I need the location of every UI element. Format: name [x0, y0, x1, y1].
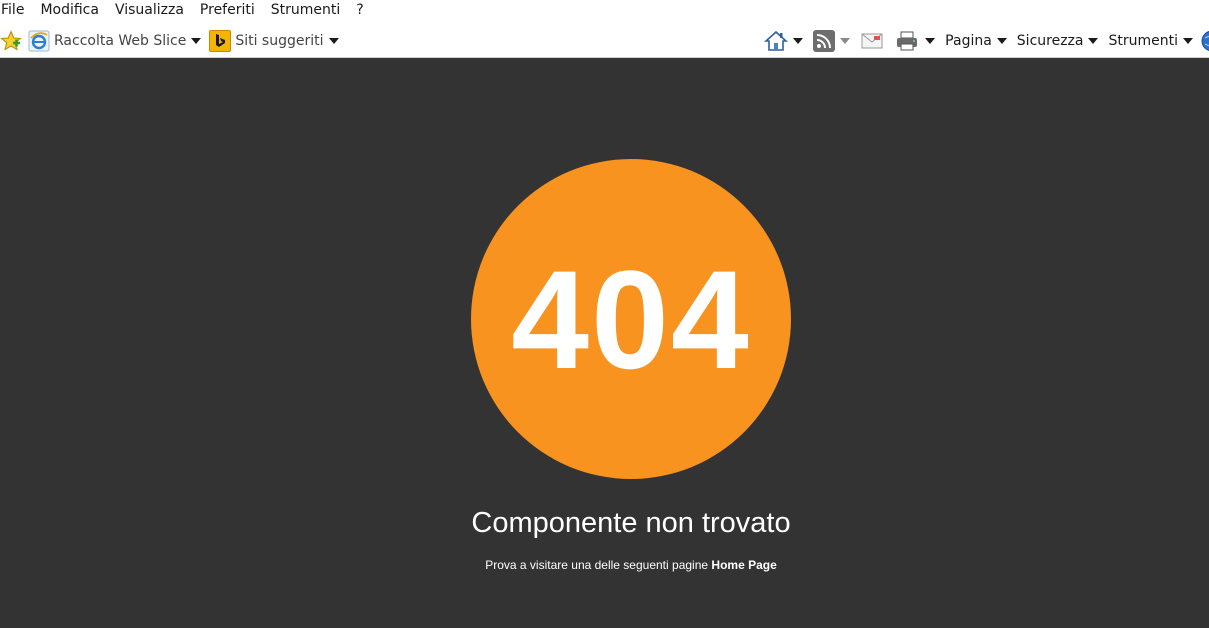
rss-icon [813, 30, 836, 52]
chevron-down-icon [793, 38, 804, 44]
browser-chrome: File Modifica Visualizza Preferiti Strum… [0, 0, 1209, 58]
home-button[interactable] [764, 29, 804, 53]
page-menu-label: Pagina [945, 33, 992, 49]
home-page-link[interactable]: Home Page [711, 558, 776, 572]
error-title: Componente non trovato [471, 507, 791, 539]
menu-preferiti[interactable]: Preferiti [192, 1, 263, 19]
page-menu-button[interactable]: Pagina [945, 29, 1007, 53]
bing-icon [209, 30, 232, 52]
tools-menu-button[interactable]: Strumenti [1108, 29, 1193, 53]
print-button[interactable] [894, 29, 936, 53]
globe-icon[interactable] [1201, 30, 1209, 52]
mail-icon [860, 32, 884, 50]
chevron-down-icon [840, 38, 851, 44]
feeds-button[interactable] [813, 29, 851, 53]
print-icon [894, 30, 920, 52]
suggested-sites-label: Siti suggeriti [235, 33, 324, 49]
chevron-down-icon [1183, 38, 1193, 44]
error-hint: Prova a visitare una delle seguenti pagi… [0, 558, 1209, 572]
menu-file[interactable]: File [0, 1, 32, 19]
home-icon [764, 30, 789, 52]
suggested-sites-button[interactable]: Siti suggeriti [209, 29, 346, 53]
menu-strumenti[interactable]: Strumenti [263, 1, 349, 19]
web-slice-gallery-button[interactable]: Raccolta Web Slice [22, 29, 209, 53]
command-bar: Raccolta Web Slice Siti suggeriti Pagina… [0, 26, 1209, 56]
favorites-bar: Raccolta Web Slice Siti suggeriti [0, 26, 347, 56]
ie-icon [28, 30, 50, 52]
error-code: 404 [511, 241, 751, 398]
menu-help[interactable]: ? [348, 1, 371, 19]
menu-bar: File Modifica Visualizza Preferiti Strum… [0, 0, 1209, 20]
tools-menu-label: Strumenti [1108, 33, 1178, 49]
chevron-down-icon [996, 38, 1007, 44]
security-menu-button[interactable]: Sicurezza [1017, 29, 1099, 53]
security-menu-label: Sicurezza [1016, 33, 1084, 49]
menu-visualizza[interactable]: Visualizza [107, 1, 192, 19]
error-hint-text: Prova a visitare una delle seguenti pagi… [485, 558, 709, 572]
error-badge: 404 [471, 159, 791, 479]
chevron-down-icon [191, 38, 202, 44]
chevron-down-icon [925, 38, 936, 44]
read-mail-button[interactable] [860, 29, 884, 53]
chevron-down-icon [328, 38, 339, 44]
chevron-down-icon [1088, 38, 1099, 44]
menu-modifica[interactable]: Modifica [32, 1, 107, 19]
web-slice-label: Raccolta Web Slice [54, 33, 187, 49]
star-icon[interactable] [0, 30, 22, 52]
command-tools: Pagina Sicurezza Strumenti [754, 26, 1209, 56]
